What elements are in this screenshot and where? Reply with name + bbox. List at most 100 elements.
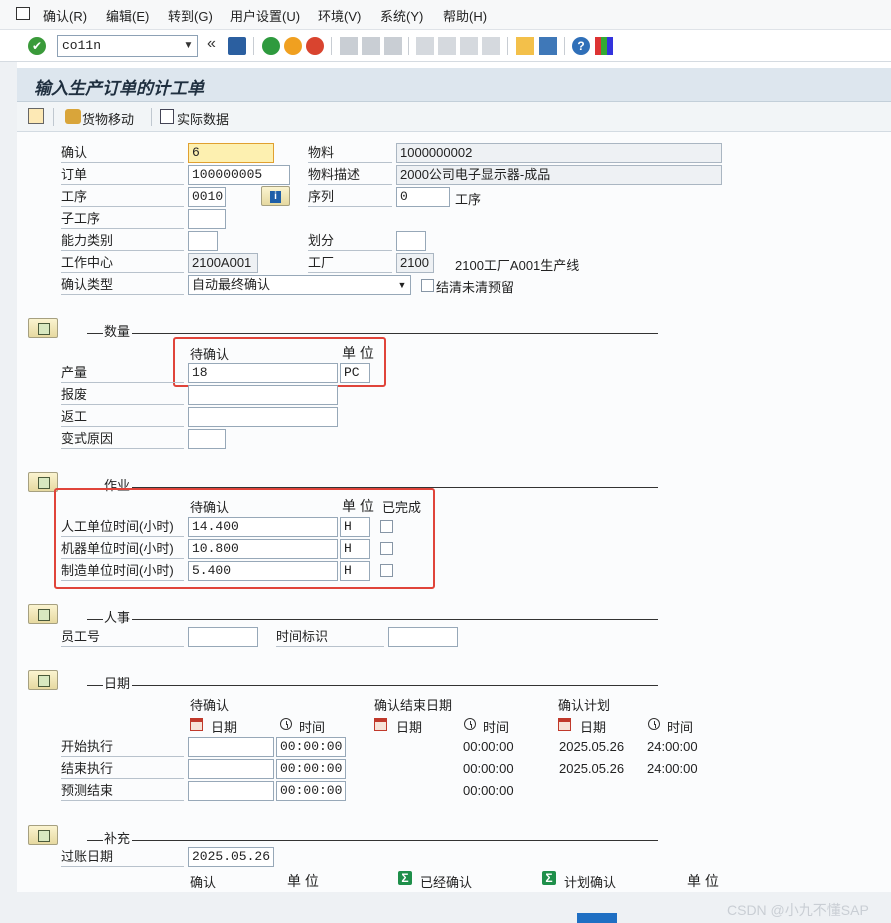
actual-data-button[interactable]: 实际数据	[177, 109, 229, 128]
confirmation-label: 确认	[61, 143, 184, 163]
goods-movement-button[interactable]: 货物移动	[82, 109, 134, 128]
order-field[interactable]: 100000005	[188, 165, 290, 185]
posting-date-field[interactable]: 2025.05.26	[188, 847, 274, 867]
help-icon[interactable]: ?	[572, 37, 590, 55]
goods-movement-icon[interactable]	[65, 109, 81, 124]
start-plan-time: 24:00:00	[647, 739, 698, 754]
menu-goto[interactable]: 转到(G)	[168, 6, 213, 25]
back-icon[interactable]	[262, 37, 280, 55]
suboperation-field[interactable]	[188, 209, 226, 229]
labor-time-done-checkbox[interactable]	[380, 520, 393, 533]
time-column-header: 时间	[483, 720, 510, 735]
dropdown-arrow-icon[interactable]: ▼	[395, 276, 409, 294]
save-icon[interactable]	[228, 37, 246, 55]
menu-system[interactable]: 系统(Y)	[380, 6, 423, 25]
forecast-time-field[interactable]: 00:00:00	[276, 781, 346, 801]
date-column-header: 日期	[396, 720, 423, 735]
plant-description: 2100工厂A001生产线	[455, 258, 580, 273]
section-line	[132, 840, 658, 841]
scrap-field[interactable]	[188, 385, 338, 405]
start-time-field[interactable]: 00:00:00	[276, 737, 346, 757]
section-line	[132, 619, 658, 620]
labor-time-unit-field[interactable]: H	[340, 517, 370, 537]
menu-user-settings[interactable]: 用户设置(U)	[230, 6, 300, 25]
supplement-plan-confirm-header: 计划确认	[564, 875, 617, 890]
sequence-field[interactable]: 0	[396, 187, 450, 207]
personnel-section-title: 人事	[104, 610, 131, 625]
cancel-icon[interactable]	[306, 37, 324, 55]
capacity-category-label: 能力类别	[61, 231, 184, 251]
title-bar: 输入生产订单的计工单	[17, 68, 891, 102]
forecast-date-field[interactable]	[188, 781, 274, 801]
plant-label: 工厂	[308, 253, 392, 273]
personnel-toggle-button[interactable]	[28, 604, 58, 624]
machine-time-label: 机器单位时间(小时)	[61, 539, 184, 559]
manufacturing-time-field[interactable]: 5.400	[188, 561, 338, 581]
print-icon[interactable]	[340, 37, 358, 55]
suboperation-label: 子工序	[61, 209, 184, 229]
work-center-label: 工作中心	[61, 253, 184, 273]
time-id-field[interactable]	[388, 627, 458, 647]
yield-unit-field[interactable]: PC	[340, 363, 370, 383]
supplement-already-confirmed-header: 已经确认	[420, 875, 473, 890]
dates-toggle-button[interactable]	[28, 670, 58, 690]
section-line	[132, 333, 658, 334]
section-line	[87, 840, 103, 841]
work-center-field: 2100A001	[188, 253, 258, 273]
split-field[interactable]	[396, 231, 426, 251]
quantities-toggle-button[interactable]	[28, 318, 58, 338]
manufacturing-time-done-checkbox[interactable]	[380, 564, 393, 577]
calendar-icon	[374, 718, 387, 731]
split-label: 划分	[308, 231, 392, 251]
quantities-unit-header: 单 位	[342, 345, 374, 361]
yield-field[interactable]: 18	[188, 363, 338, 383]
end-time-field[interactable]: 00:00:00	[276, 759, 346, 779]
capacity-category-field[interactable]	[188, 231, 218, 251]
clock-icon	[280, 718, 292, 730]
machine-time-done-checkbox[interactable]	[380, 542, 393, 555]
operation-info-button[interactable]: i	[261, 186, 290, 206]
material-description-label: 物料描述	[308, 165, 392, 185]
start-date-field[interactable]	[188, 737, 274, 757]
end-confirmed-time: 00:00:00	[463, 761, 514, 776]
operation-label: 工序	[61, 187, 184, 207]
end-date-field[interactable]	[188, 759, 274, 779]
overview-icon[interactable]	[28, 108, 44, 124]
next-page-icon[interactable]	[460, 37, 478, 55]
supplement-toggle-button[interactable]	[28, 825, 58, 845]
enter-check-icon[interactable]: ✔	[28, 37, 46, 55]
posting-date-label: 过账日期	[61, 847, 184, 867]
shortcut-icon[interactable]	[539, 37, 557, 55]
last-page-icon[interactable]	[482, 37, 500, 55]
confirmation-type-select[interactable]: 自动最终确认	[188, 275, 411, 295]
confirmation-field[interactable]: 6	[188, 143, 274, 163]
new-session-icon[interactable]	[516, 37, 534, 55]
exit-icon[interactable]	[284, 37, 302, 55]
variance-reason-field[interactable]	[188, 429, 226, 449]
menu-confirm[interactable]: 确认(R)	[43, 6, 87, 25]
command-dropdown-icon[interactable]: ▼	[180, 36, 197, 56]
dates-plan-header: 确认计划	[558, 698, 611, 713]
menu-edit[interactable]: 编辑(E)	[106, 6, 149, 25]
menu-icon[interactable]	[16, 7, 30, 20]
customize-layout-icon[interactable]	[595, 37, 613, 55]
find-next-icon[interactable]	[384, 37, 402, 55]
labor-time-field[interactable]: 14.400	[188, 517, 338, 537]
previous-page-icon[interactable]	[438, 37, 456, 55]
rework-field[interactable]	[188, 407, 338, 427]
command-field[interactable]: co11n	[57, 35, 198, 57]
menu-environment[interactable]: 环境(V)	[318, 6, 361, 25]
collapse-icon[interactable]: «	[207, 35, 216, 53]
operation-field[interactable]: 0010	[188, 187, 226, 207]
first-page-icon[interactable]	[416, 37, 434, 55]
machine-time-unit-field[interactable]: H	[340, 539, 370, 559]
clear-reservations-checkbox[interactable]	[421, 279, 434, 292]
actual-data-icon[interactable]	[160, 109, 174, 124]
quantities-section-title: 数量	[104, 324, 131, 339]
employee-number-field[interactable]	[188, 627, 258, 647]
manufacturing-time-unit-field[interactable]: H	[340, 561, 370, 581]
machine-time-field[interactable]: 10.800	[188, 539, 338, 559]
find-icon[interactable]	[362, 37, 380, 55]
section-line	[87, 333, 103, 334]
menu-help[interactable]: 帮助(H)	[443, 6, 487, 25]
